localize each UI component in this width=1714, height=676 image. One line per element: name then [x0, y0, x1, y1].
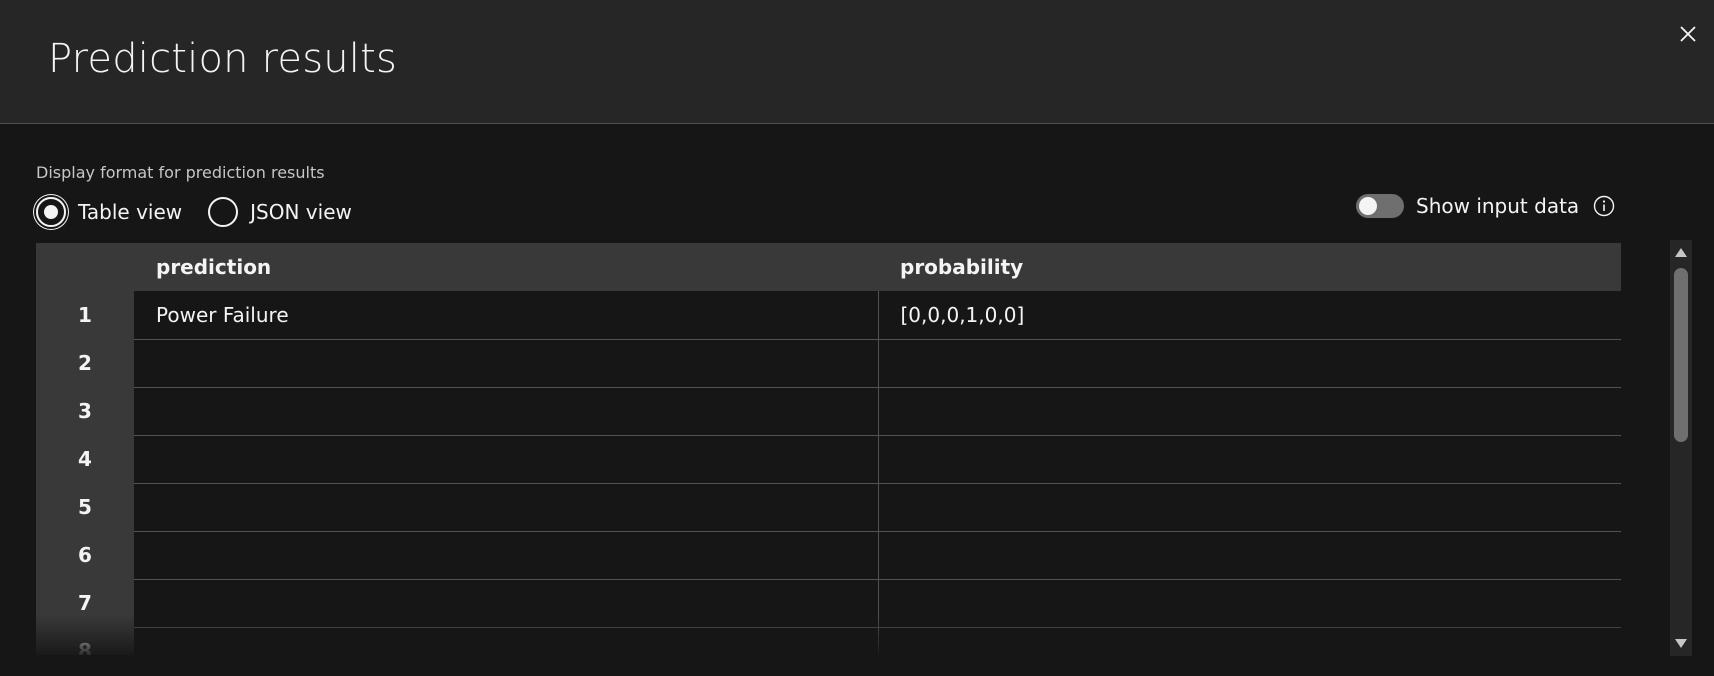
- table-header-row: prediction probability: [36, 243, 1621, 291]
- probability-cell[interactable]: [878, 483, 1621, 532]
- show-input-data-label: Show input data: [1416, 194, 1580, 218]
- table-row: 5: [36, 483, 1621, 532]
- show-input-data-toggle[interactable]: [1356, 194, 1404, 218]
- vertical-scrollbar[interactable]: [1670, 240, 1692, 656]
- close-icon: [1680, 26, 1696, 42]
- row-index: 4: [36, 435, 134, 483]
- prediction-cell[interactable]: [134, 339, 879, 388]
- radio-unselected-icon: [208, 197, 239, 227]
- display-format-label: Display format for prediction results: [36, 163, 325, 182]
- display-format-radio-group: Table view JSON view: [36, 195, 378, 229]
- row-index: 2: [36, 339, 134, 387]
- table-row: 3: [36, 387, 1621, 436]
- close-button[interactable]: [1670, 16, 1706, 52]
- column-header-probability[interactable]: probability: [878, 243, 1621, 291]
- prediction-cell[interactable]: Power Failure: [134, 291, 879, 340]
- prediction-cell[interactable]: [134, 387, 879, 436]
- modal-title: Prediction results: [48, 36, 398, 82]
- probability-cell[interactable]: [878, 387, 1621, 436]
- row-index: 3: [36, 387, 134, 435]
- modal-header: Prediction results: [0, 0, 1714, 124]
- scrollbar-thumb[interactable]: [1674, 268, 1688, 442]
- index-column-header: [36, 243, 134, 291]
- json-view-label: JSON view: [250, 200, 352, 224]
- probability-cell[interactable]: [878, 531, 1621, 580]
- table-view-label: Table view: [78, 200, 183, 224]
- prediction-cell[interactable]: [134, 435, 879, 484]
- row-index: 5: [36, 483, 134, 531]
- prediction-cell[interactable]: [134, 483, 879, 532]
- table-row: 1 Power Failure [0,0,0,1,0,0]: [36, 291, 1621, 340]
- radio-selected-icon: [36, 197, 66, 227]
- table-row: 4: [36, 435, 1621, 484]
- caret-up-icon[interactable]: [1674, 246, 1688, 258]
- table-row: 6: [36, 531, 1621, 580]
- caret-down-icon[interactable]: [1674, 638, 1688, 650]
- table-row: 2: [36, 339, 1621, 388]
- row-index: 1: [36, 291, 134, 339]
- row-index: 6: [36, 531, 134, 579]
- json-view-radio[interactable]: JSON view: [208, 197, 352, 227]
- prediction-table: prediction probability 1 Power Failure […: [36, 243, 1621, 655]
- column-header-prediction[interactable]: prediction: [134, 243, 878, 291]
- table-fade-overlay: [36, 615, 1621, 655]
- table-view-radio[interactable]: Table view: [36, 197, 182, 227]
- prediction-cell[interactable]: [134, 531, 879, 580]
- probability-cell[interactable]: [878, 339, 1621, 388]
- probability-cell[interactable]: [878, 435, 1621, 484]
- probability-cell[interactable]: [0,0,0,1,0,0]: [878, 291, 1621, 340]
- show-input-data-control: Show input data: [1356, 192, 1615, 220]
- information-icon[interactable]: [1593, 195, 1615, 217]
